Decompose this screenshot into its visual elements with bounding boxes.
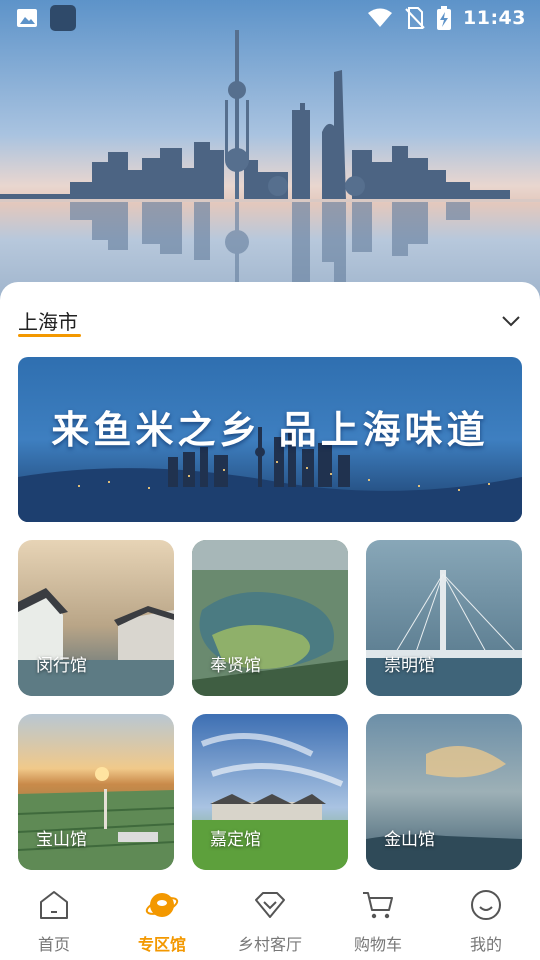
chevron-down-icon[interactable]	[500, 310, 522, 332]
status-bar: 11:43	[0, 0, 540, 36]
pavilion-label: 嘉定馆	[210, 830, 261, 850]
pavilion-tile-chongming[interactable]: 崇明馆	[366, 540, 522, 696]
hero-skyline-image	[0, 0, 540, 300]
pavilion-label: 宝山馆	[36, 830, 87, 850]
nav-label-village-lounge: 乡村客厅	[237, 935, 302, 954]
pavilion-label: 金山馆	[384, 830, 435, 850]
no-sim-icon	[405, 7, 425, 29]
nav-label-profile: 我的	[469, 935, 502, 954]
wifi-icon	[368, 8, 393, 27]
bottom-navigation: 首页 专区馆 乡村客厅 购物车 我的	[0, 880, 540, 960]
nav-item-home[interactable]: 首页	[0, 880, 108, 960]
status-time: 11:43	[463, 7, 526, 29]
city-selector[interactable]: 上海市	[18, 306, 522, 340]
nav-label-cart: 购物车	[353, 935, 402, 954]
nav-item-cart[interactable]: 购物车	[324, 880, 432, 960]
smiley-icon	[471, 890, 501, 920]
promo-banner[interactable]: 来鱼米之乡 品上海味道	[18, 357, 522, 522]
battery-charging-icon	[437, 6, 452, 30]
nav-label-pavilions: 专区馆	[137, 935, 186, 954]
planet-icon	[145, 893, 179, 917]
city-name[interactable]: 上海市	[18, 306, 78, 335]
pavilion-tile-fengxian[interactable]: 奉贤馆	[192, 540, 348, 696]
nav-item-village-lounge[interactable]: 乡村客厅	[216, 880, 324, 960]
nav-item-pavilions[interactable]: 专区馆	[108, 880, 216, 960]
pavilion-tile-baoshan[interactable]: 宝山馆	[18, 714, 174, 870]
diamond-icon	[255, 892, 285, 918]
nav-label-home: 首页	[37, 935, 70, 954]
gallery-icon	[17, 9, 37, 27]
content-sheet: 上海市 来鱼米之乡 品上海味道 闵行馆 奉贤馆 崇明馆 宝山馆 嘉定馆 金山馆	[0, 282, 540, 880]
pavilion-tile-jinshan[interactable]: 金山馆	[366, 714, 522, 870]
home-icon	[40, 891, 68, 919]
pavilion-label: 闵行馆	[36, 656, 87, 676]
pavilion-tile-jiading[interactable]: 嘉定馆	[192, 714, 348, 870]
pavilion-label: 奉贤馆	[210, 656, 261, 676]
app-square-icon	[50, 5, 76, 31]
banner-title: 来鱼米之乡 品上海味道	[51, 407, 489, 452]
city-underline	[18, 334, 81, 337]
pavilion-label: 崇明馆	[384, 656, 435, 676]
nav-item-profile[interactable]: 我的	[432, 880, 540, 960]
cart-icon	[363, 892, 393, 919]
pavilion-tile-minhang[interactable]: 闵行馆	[18, 540, 174, 696]
